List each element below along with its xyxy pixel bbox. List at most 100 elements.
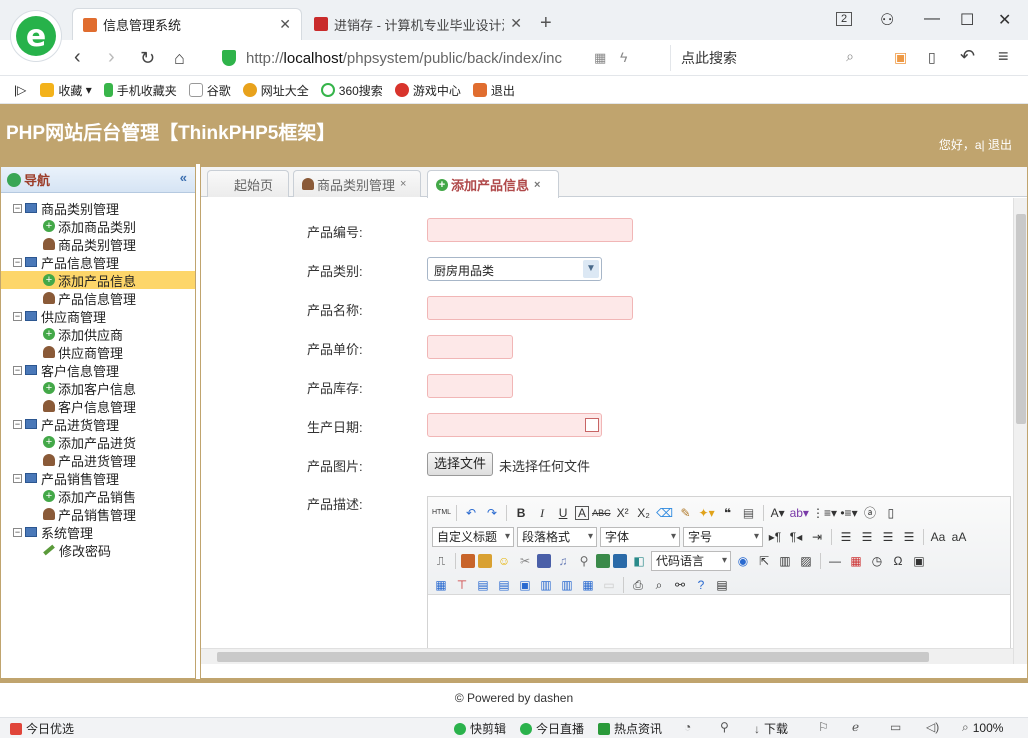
video-icon[interactable] bbox=[537, 554, 551, 568]
help-icon[interactable]: ? bbox=[692, 576, 710, 594]
tree-item-manage-customer[interactable]: 客户信息管理 bbox=[1, 397, 195, 415]
collapse-toggle-icon[interactable]: − bbox=[13, 203, 22, 213]
drafts-icon[interactable]: ▤ bbox=[713, 576, 731, 594]
ltr-icon[interactable]: ▸¶ bbox=[766, 528, 784, 546]
choose-file-button[interactable]: 选择文件 bbox=[427, 452, 494, 476]
align-left-icon[interactable]: ☰ bbox=[837, 528, 855, 546]
format-brush-icon[interactable]: ✎ bbox=[677, 504, 695, 522]
bookmark-hao[interactable]: 网址大全 bbox=[242, 82, 309, 99]
status-kuaijianji[interactable]: 快剪辑 bbox=[454, 720, 506, 737]
horizontal-rule-icon[interactable]: — bbox=[826, 552, 844, 570]
apps-icon[interactable]: ▣ bbox=[894, 49, 907, 66]
subscript-icon[interactable]: X₂ bbox=[635, 504, 653, 522]
image-icon[interactable] bbox=[461, 554, 475, 568]
collapse-toggle-icon[interactable]: − bbox=[13, 257, 22, 267]
price-input[interactable] bbox=[427, 335, 513, 359]
tree-group-product[interactable]: − 产品信息管理 bbox=[1, 253, 195, 271]
pin-icon[interactable]: ⚲ bbox=[720, 720, 729, 734]
eraser-icon[interactable]: ⌫ bbox=[656, 504, 674, 522]
close-tab-icon[interactable]: ✕ bbox=[510, 15, 522, 32]
back-icon[interactable]: ‹ bbox=[74, 46, 81, 69]
new-tab-icon[interactable]: + bbox=[540, 12, 552, 35]
category-select[interactable]: 厨房用品类 ▼ bbox=[427, 257, 602, 281]
tab-add-product[interactable]: + 添加产品信息 × bbox=[427, 170, 559, 198]
status-live[interactable]: 今日直播 bbox=[520, 720, 584, 737]
refresh-icon[interactable]: ↻ bbox=[140, 48, 155, 69]
web-icon[interactable]: ◉ bbox=[734, 552, 752, 570]
superscript-icon[interactable]: X² bbox=[614, 504, 632, 522]
underline-icon[interactable]: U bbox=[554, 504, 572, 522]
qr-icon[interactable]: ▦ bbox=[594, 50, 606, 66]
preview-icon[interactable]: ⌕ bbox=[650, 576, 668, 594]
align-right-icon[interactable]: ☰ bbox=[879, 528, 897, 546]
insert-row-before-icon[interactable]: ▤ bbox=[474, 576, 492, 594]
tree-item-add-purchase[interactable]: + 添加产品进货 bbox=[1, 433, 195, 451]
tree-group-supplier[interactable]: − 供应商管理 bbox=[1, 307, 195, 325]
font-size-dropdown[interactable]: 字号 bbox=[683, 527, 764, 547]
custom-title-dropdown[interactable]: 自定义标题 bbox=[432, 527, 515, 547]
uppercase-icon[interactable]: Aa bbox=[929, 528, 947, 546]
merge-cells-icon[interactable]: ▦ bbox=[579, 576, 597, 594]
name-input[interactable] bbox=[427, 296, 633, 320]
window-icon[interactable]: ▭ bbox=[890, 720, 901, 734]
code-language-dropdown[interactable]: 代码语言 bbox=[651, 551, 731, 571]
emoticon-icon[interactable]: ☺ bbox=[495, 552, 513, 570]
indent-icon[interactable]: ⇥ bbox=[808, 528, 826, 546]
bookmark-mobile[interactable]: 手机收藏夹 bbox=[103, 82, 177, 99]
unordered-list-icon[interactable]: •≡▾ bbox=[840, 504, 858, 522]
tree-item-change-password[interactable]: 修改密码 bbox=[1, 541, 195, 559]
auto-format-icon[interactable]: ✦▾ bbox=[698, 504, 716, 522]
date-input[interactable] bbox=[427, 413, 602, 437]
scroll-thumb[interactable] bbox=[217, 652, 929, 662]
paragraph-dropdown[interactable]: 段落格式 bbox=[517, 527, 598, 547]
tree-group-system[interactable]: − 系统管理 bbox=[1, 523, 195, 541]
lowercase-icon[interactable]: aA bbox=[950, 528, 968, 546]
browser-tab-other[interactable]: 进销存 - 计算机专业毕业设计源码 ✕ bbox=[304, 8, 532, 40]
search-box[interactable]: 点此搜索 ⌕ bbox=[670, 45, 860, 71]
minimize-icon[interactable]: — bbox=[924, 10, 940, 28]
font-border-icon[interactable]: A bbox=[575, 506, 590, 520]
close-window-icon[interactable]: ✕ bbox=[998, 10, 1011, 30]
insert-row-after-icon[interactable]: ▤ bbox=[495, 576, 513, 594]
tree-group-category[interactable]: − 商品类别管理 bbox=[1, 199, 195, 217]
status-news[interactable]: 热点资讯 bbox=[598, 720, 662, 737]
close-tab-icon[interactable]: × bbox=[400, 178, 406, 190]
shirt-icon[interactable]: ⚇ bbox=[880, 10, 894, 30]
tab-home[interactable]: 起始页 bbox=[207, 170, 289, 197]
insert-col-icon[interactable]: ▥ bbox=[537, 576, 555, 594]
redo-icon[interactable]: ↷ bbox=[483, 504, 501, 522]
bookmark-games[interactable]: 游戏中心 bbox=[394, 82, 461, 99]
collapse-icon[interactable]: « bbox=[180, 170, 187, 185]
browser-logo[interactable]: e bbox=[10, 10, 62, 62]
clear-doc-icon[interactable]: ▯ bbox=[882, 504, 900, 522]
close-tab-icon[interactable]: × bbox=[534, 179, 540, 191]
bookmark-favorites[interactable]: 收藏 ▾ bbox=[40, 82, 92, 99]
sidebar-toggle-icon[interactable]: |▷ bbox=[14, 83, 26, 97]
align-center-icon[interactable]: ☰ bbox=[858, 528, 876, 546]
anchor-icon[interactable]: ⎍ bbox=[432, 552, 450, 570]
tree-item-add-customer[interactable]: + 添加客户信息 bbox=[1, 379, 195, 397]
collapse-toggle-icon[interactable]: − bbox=[13, 419, 22, 429]
attachment-icon[interactable]: ⚲ bbox=[575, 552, 593, 570]
frame-icon[interactable]: ◧ bbox=[630, 552, 648, 570]
music-icon[interactable]: ♫ bbox=[554, 552, 572, 570]
lightning-icon[interactable]: ϟ bbox=[620, 49, 627, 65]
bold-icon[interactable]: B bbox=[512, 504, 530, 522]
tree-group-sales[interactable]: − 产品销售管理 bbox=[1, 469, 195, 487]
font-dropdown[interactable]: 字体 bbox=[600, 527, 681, 547]
delete-col-icon[interactable]: ▥ bbox=[558, 576, 576, 594]
collapse-toggle-icon[interactable]: − bbox=[13, 473, 22, 483]
browser-tab-active[interactable]: 信息管理系统 ✕ bbox=[72, 8, 302, 40]
ordered-list-icon[interactable]: ⋮≡▾ bbox=[812, 504, 837, 522]
word-image-icon[interactable]: ▣ bbox=[910, 552, 928, 570]
highlight-icon[interactable]: ab▾ bbox=[790, 504, 809, 522]
tree-item-manage-purchase[interactable]: 产品进货管理 bbox=[1, 451, 195, 469]
search-icon[interactable]: ⌕ bbox=[846, 48, 854, 65]
tree-item-add-category[interactable]: + 添加商品类别 bbox=[1, 217, 195, 235]
print-icon[interactable]: ⎙ bbox=[629, 576, 647, 594]
multi-image-icon[interactable] bbox=[478, 554, 492, 568]
rtl-icon[interactable]: ¶◂ bbox=[787, 528, 805, 546]
bookmark-google[interactable]: 谷歌 bbox=[188, 82, 231, 99]
delete-row-icon[interactable]: ▣ bbox=[516, 576, 534, 594]
delete-table-icon[interactable]: ⊤ bbox=[453, 576, 471, 594]
